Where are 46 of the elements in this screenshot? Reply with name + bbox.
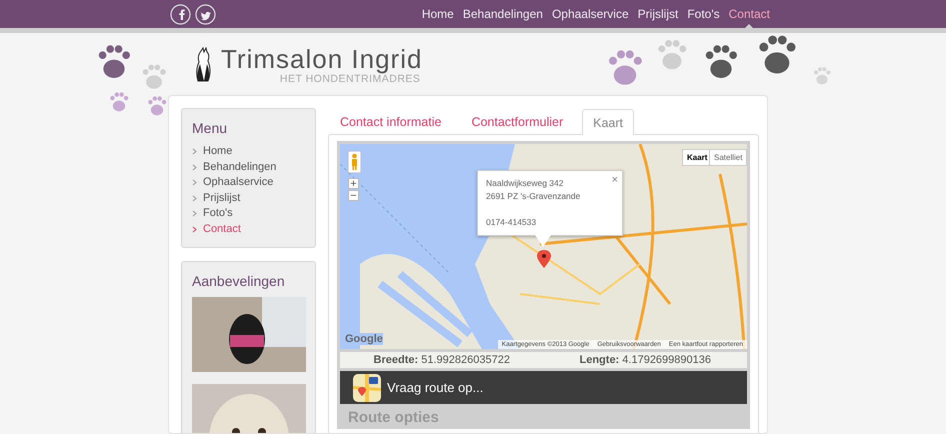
- map-type-button[interactable]: Satelliet: [709, 149, 747, 166]
- menu-heading: Menu: [192, 120, 228, 136]
- paw-print-icon: [812, 66, 832, 86]
- chevron-icon: [192, 226, 197, 233]
- paw-print-icon: [108, 91, 130, 113]
- google-logo: Google: [345, 333, 383, 345]
- phone-number: 0174-414533: [486, 216, 538, 229]
- paw-print-icon: [146, 95, 168, 117]
- menu-link[interactable]: Behandelingen: [192, 160, 305, 175]
- site-tagline: HET HONDENTRIMADRES: [280, 73, 420, 85]
- menu-link[interactable]: Home: [192, 144, 305, 160]
- chevron-icon: [192, 210, 197, 218]
- chevron-icon: [192, 179, 197, 186]
- menu-link[interactable]: Prijslijst: [192, 190, 305, 206]
- coordinate-text: Breedte: 51.992826035722: [372, 354, 511, 366]
- menu-link[interactable]: Contact: [192, 222, 305, 237]
- close-button[interactable]: ×: [612, 174, 618, 186]
- twitter-icon[interactable]: [195, 4, 216, 24]
- pegman-icon: [348, 151, 361, 173]
- zoom-in-button[interactable]: +: [348, 178, 359, 189]
- chevron-icon: [192, 194, 197, 202]
- menu-link[interactable]: Ophaalservice: [192, 175, 305, 190]
- coordinate-text: Lengte: 4.1792699890136: [578, 354, 712, 366]
- chevron-icon: [192, 148, 197, 156]
- site-title: Trimsalon Ingrid: [221, 45, 422, 73]
- nav-link[interactable]: Contact: [728, 0, 770, 28]
- nav-link[interactable]: Foto's: [687, 0, 720, 28]
- recommendations-heading: Aanbevelingen: [192, 273, 286, 289]
- facebook-icon[interactable]: [170, 4, 191, 24]
- route-button[interactable]: Vraag route op...: [340, 371, 747, 404]
- map-pin-icon: [537, 250, 551, 268]
- nav-link[interactable]: Home: [422, 0, 454, 28]
- address-line: Naaldwijkseweg 342: [486, 177, 564, 190]
- tab[interactable]: Contactformulier: [460, 108, 574, 134]
- chevron-icon: [192, 164, 197, 171]
- address-line: 2691 PZ 's-Gravenzande: [486, 190, 582, 203]
- paw-print-icon: [140, 63, 168, 91]
- tab[interactable]: Kaart: [582, 109, 634, 135]
- nav-link[interactable]: Behandelingen: [462, 0, 543, 28]
- menu-link[interactable]: Foto's: [192, 206, 305, 222]
- dog-logo-icon: [193, 47, 213, 83]
- nav-link[interactable]: Ophaalservice: [552, 0, 629, 28]
- tab[interactable]: Contact informatie: [329, 108, 452, 134]
- zoom-out-button[interactable]: −: [348, 190, 359, 201]
- nav-link[interactable]: Prijslijst: [638, 0, 678, 28]
- route-map-icon: [353, 374, 381, 402]
